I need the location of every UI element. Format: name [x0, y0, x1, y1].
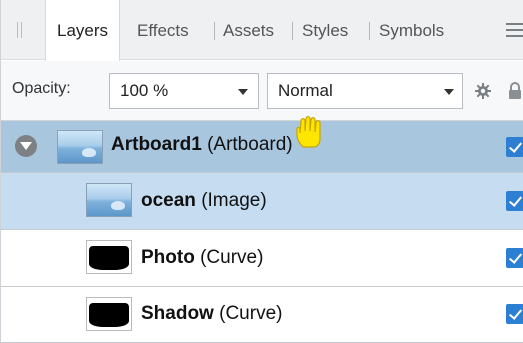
- panel-menu-icon[interactable]: [506, 23, 523, 37]
- landscape-thumbnail-icon: [57, 130, 103, 164]
- layer-label: ocean (Image): [141, 190, 267, 212]
- tab-separator: [214, 22, 215, 40]
- drag-grip-icon[interactable]: [17, 22, 23, 38]
- layer-row-shadow[interactable]: Shadow (Curve): [1, 287, 523, 343]
- layer-label: Photo (Curve): [141, 247, 263, 269]
- visibility-checkbox[interactable]: [506, 191, 523, 211]
- tab-effects[interactable]: Effects: [137, 0, 189, 60]
- layer-label: Shadow (Curve): [141, 303, 282, 325]
- chevron-down-icon: [444, 89, 454, 95]
- layer-row-photo[interactable]: Photo (Curve): [1, 230, 523, 287]
- panel-tab-bar: Layers Effects Assets Styles Symbols: [1, 0, 523, 61]
- layer-name: Photo: [141, 247, 195, 268]
- layer-name: Shadow: [141, 303, 214, 324]
- blend-mode-dropdown[interactable]: Normal: [267, 73, 463, 109]
- layers-toolbar: Opacity: 100 % Normal: [1, 61, 523, 121]
- tab-assets[interactable]: Assets: [223, 0, 274, 60]
- opacity-dropdown[interactable]: 100 %: [109, 73, 259, 109]
- chevron-down-icon: [238, 89, 248, 95]
- layer-name: ocean: [141, 190, 196, 211]
- tab-styles[interactable]: Styles: [302, 0, 348, 60]
- landscape-thumbnail-icon: [86, 183, 132, 217]
- visibility-checkbox[interactable]: [506, 137, 523, 157]
- tab-separator: [369, 22, 370, 40]
- gear-icon[interactable]: [475, 83, 491, 99]
- expand-toggle-icon[interactable]: [15, 135, 37, 157]
- hand-pointer-cursor-icon: [296, 116, 321, 148]
- black-shape-thumbnail-icon: [86, 297, 132, 331]
- lock-icon[interactable]: [506, 82, 523, 100]
- layer-label: Artboard1 (Artboard): [111, 134, 293, 156]
- layers-panel: Layers Effects Assets Styles Symbols Opa…: [0, 0, 523, 343]
- layer-type: (Image): [195, 190, 267, 211]
- visibility-checkbox[interactable]: [506, 304, 523, 324]
- layer-type: (Artboard): [201, 134, 293, 155]
- tab-layers[interactable]: Layers: [45, 0, 121, 61]
- black-shape-thumbnail-icon: [86, 240, 132, 274]
- layer-row-artboard1[interactable]: Artboard1 (Artboard): [1, 121, 523, 173]
- blend-mode-value: Normal: [278, 81, 333, 100]
- tab-separator: [292, 22, 293, 40]
- layer-type: (Curve): [194, 247, 264, 268]
- visibility-checkbox[interactable]: [506, 248, 523, 268]
- opacity-value: 100 %: [120, 81, 169, 100]
- opacity-label: Opacity:: [12, 80, 71, 97]
- layer-name: Artboard1: [111, 134, 202, 155]
- layer-type: (Curve): [213, 303, 283, 324]
- tab-symbols[interactable]: Symbols: [379, 0, 444, 60]
- layer-row-ocean[interactable]: ocean (Image): [1, 173, 523, 230]
